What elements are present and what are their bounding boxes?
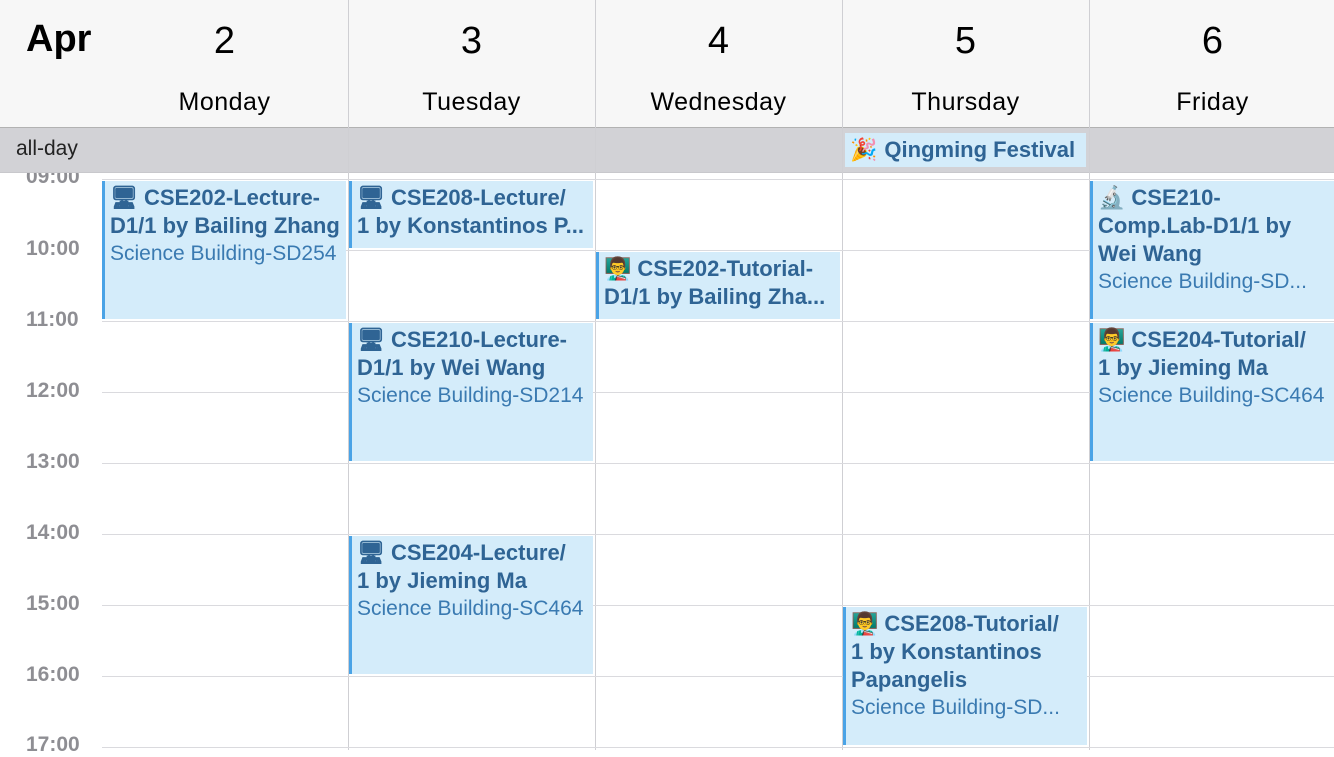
time-label-1300: 13:00 <box>26 450 80 473</box>
event-cse202-tutorial[interactable]: 👨‍🏫 CSE202-Tutorial- D1/1 by Bailing Zha.… <box>596 252 840 319</box>
time-label-1600: 16:00 <box>26 663 80 686</box>
event-title-line: 🖥 CSE204-Lecture/ <box>357 539 589 567</box>
event-cse204-lecture[interactable]: 🖥 CSE204-Lecture/ 1 by Jieming Ma Science… <box>349 536 593 674</box>
day-name-thursday[interactable]: Thursday <box>842 88 1089 117</box>
teacher-icon: 👨‍🏫 <box>1098 327 1126 352</box>
day-name-tuesday[interactable]: Tuesday <box>348 88 595 117</box>
teacher-icon: 👨‍🏫 <box>851 611 879 636</box>
event-title-line: 🖥 CSE208-Lecture/ <box>357 184 589 212</box>
event-cse204-tutorial[interactable]: 👨‍🏫 CSE204-Tutorial/ 1 by Jieming Ma Scie… <box>1090 323 1334 461</box>
event-cse202-lecture[interactable]: 🖥 CSE202-Lecture- D1/1 by Bailing Zhang S… <box>102 181 346 319</box>
event-title-text: CSE208-Tutorial/ <box>884 611 1059 636</box>
event-title-line: D1/1 by Bailing Zhang <box>110 213 340 238</box>
event-location: Science Building-SC464 <box>357 597 584 620</box>
event-location: Science Building-SC464 <box>1098 384 1325 407</box>
event-location: Science Building-SD214 <box>357 384 584 407</box>
week-header: Apr 2 Monday 3 Tuesday 4 Wednesday 5 Thu… <box>0 0 1334 127</box>
event-location: Science Building-SD... <box>851 696 1060 719</box>
event-cse210-comp-lab[interactable]: 🔬 CSE210- Comp.Lab-D1/1 by Wei Wang Scien… <box>1090 181 1334 319</box>
all-day-divider <box>0 172 1334 173</box>
event-title-line: 🔬 CSE210- <box>1098 184 1330 212</box>
event-title-text: CSE202-Lecture- <box>143 185 321 210</box>
event-title-line: 1 by Jieming Ma <box>357 568 527 593</box>
event-title-line: 1 by Konstantinos P... <box>357 213 584 238</box>
desktop-computer-icon: 🖥 <box>357 540 385 565</box>
party-popper-icon: 🎉 <box>850 137 878 162</box>
time-label-1700: 17:00 <box>26 733 80 756</box>
time-label-1000: 10:00 <box>26 237 80 260</box>
time-label-1400: 14:00 <box>26 521 80 544</box>
event-cse208-tutorial[interactable]: 👨‍🏫 CSE208-Tutorial/ 1 by Konstantinos Pa… <box>843 607 1087 745</box>
event-title-line: 👨‍🏫 CSE208-Tutorial/ <box>851 610 1083 638</box>
day-number-thursday[interactable]: 5 <box>842 20 1089 63</box>
event-title-line: 👨‍🏫 CSE204-Tutorial/ <box>1098 326 1330 354</box>
day-number-friday[interactable]: 6 <box>1089 20 1334 63</box>
event-title-line: Papangelis <box>851 667 968 692</box>
event-title-text: CSE210-Lecture- <box>390 327 568 352</box>
microscope-icon: 🔬 <box>1098 185 1126 210</box>
event-title-line: D1/1 by Wei Wang <box>357 355 546 380</box>
day-name-monday[interactable]: Monday <box>101 88 348 117</box>
hour-line <box>102 534 1334 535</box>
event-title-text: CSE208-Lecture/ <box>390 185 566 210</box>
event-title-line: 🖥 CSE202-Lecture- <box>110 184 342 212</box>
event-title-text: CSE202-Tutorial- <box>637 256 814 281</box>
all-day-label: all-day <box>16 137 78 160</box>
day-name-wednesday[interactable]: Wednesday <box>595 88 842 117</box>
event-title-line: D1/1 by Bailing Zha... <box>604 284 826 309</box>
desktop-computer-icon: 🖥 <box>357 185 385 210</box>
day-number-wednesday[interactable]: 4 <box>595 20 842 63</box>
hour-line <box>102 179 1334 180</box>
time-label-1100: 11:00 <box>26 308 79 331</box>
event-title-line: Wei Wang <box>1098 241 1202 266</box>
teacher-icon: 👨‍🏫 <box>604 256 632 281</box>
event-title-line: 🖥 CSE210-Lecture- <box>357 326 589 354</box>
hour-line <box>102 747 1334 748</box>
desktop-computer-icon: 🖥 <box>357 327 385 352</box>
month-label: Apr <box>26 18 92 60</box>
hour-line <box>102 676 1334 677</box>
event-title-text: CSE210- <box>1131 185 1221 210</box>
event-location: Science Building-SD... <box>1098 270 1307 293</box>
event-location: Science Building-SD254 <box>110 242 337 265</box>
hour-line <box>102 605 1334 606</box>
all-day-row <box>0 128 1334 172</box>
event-title-line: Comp.Lab-D1/1 by <box>1098 213 1292 238</box>
column-divider <box>595 0 596 750</box>
event-title-line: 1 by Jieming Ma <box>1098 355 1268 380</box>
event-title-text: CSE204-Tutorial/ <box>1131 327 1306 352</box>
hour-line <box>102 463 1334 464</box>
time-label-1500: 15:00 <box>26 592 80 615</box>
all-day-event-qingming[interactable]: 🎉 Qingming Festival <box>845 133 1086 167</box>
desktop-computer-icon: 🖥 <box>110 185 138 210</box>
time-label-1200: 12:00 <box>26 379 80 402</box>
event-title-text: CSE204-Lecture/ <box>390 540 566 565</box>
event-cse210-lecture[interactable]: 🖥 CSE210-Lecture- D1/1 by Wei Wang Scienc… <box>349 323 593 461</box>
day-number-tuesday[interactable]: 3 <box>348 20 595 63</box>
day-number-monday[interactable]: 2 <box>101 20 348 63</box>
event-title-line: 1 by Konstantinos <box>851 639 1042 664</box>
all-day-event-title: Qingming Festival <box>884 137 1076 162</box>
day-name-friday[interactable]: Friday <box>1089 88 1334 117</box>
hour-line <box>102 321 1334 322</box>
event-cse208-lecture[interactable]: 🖥 CSE208-Lecture/ 1 by Konstantinos P... <box>349 181 593 248</box>
event-title-line: 👨‍🏫 CSE202-Tutorial- <box>604 255 836 283</box>
